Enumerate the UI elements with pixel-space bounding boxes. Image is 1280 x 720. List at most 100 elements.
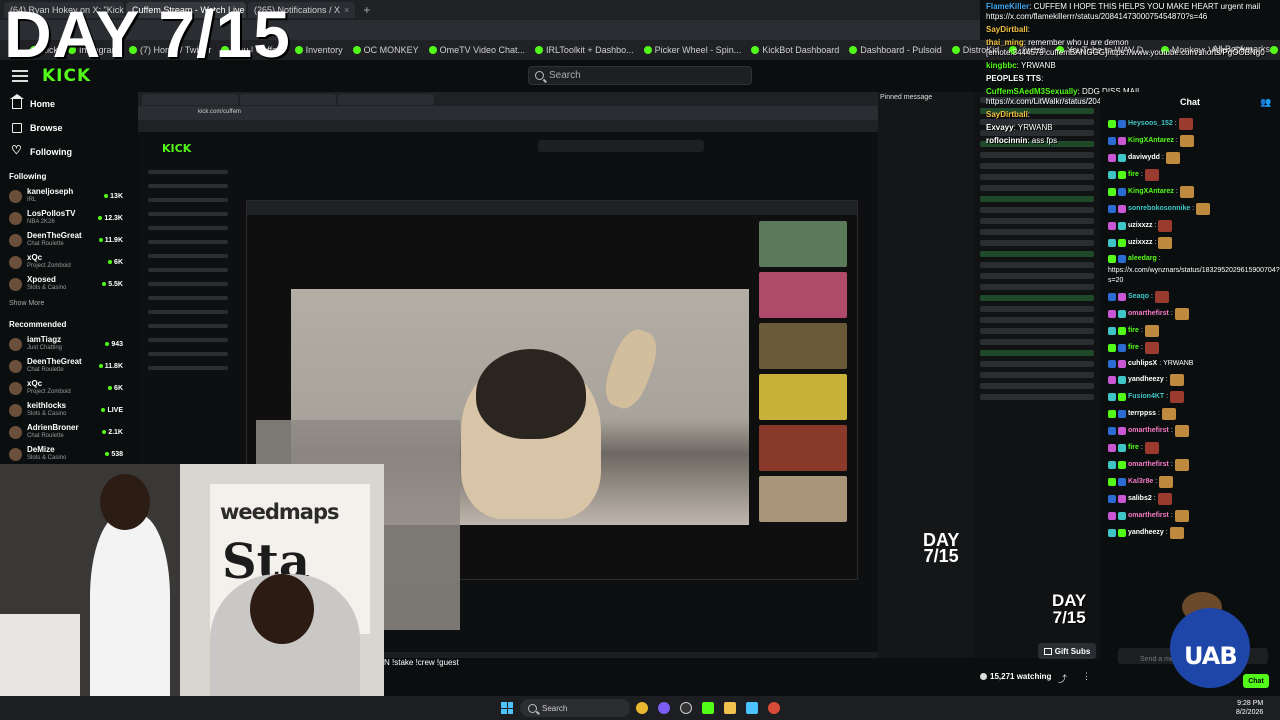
channel-item[interactable]: DeMize Slots & Casino 538 [0,443,132,465]
chat-username[interactable]: yandheezy [1128,528,1164,538]
sidebar-item-home[interactable]: Home [0,92,132,116]
kick-taskbar-icon[interactable] [702,702,714,714]
channel-item[interactable]: AdrienBroner Chat Roulette 2.1K [0,421,132,443]
bookmark-item[interactable]: IRLToolkit + Dashbo... [535,45,634,55]
moderator-badge-icon [1118,171,1126,179]
chat-username[interactable]: salibs2 [1128,494,1152,504]
bookmark-label: Inventory [305,45,343,55]
chat-username[interactable]: cuhlipsX [1128,359,1157,369]
chat-username[interactable]: thai_ming [986,38,1024,47]
chat-username[interactable]: SayDirtball [986,25,1028,34]
chat-username[interactable]: kingbbc [986,61,1017,70]
chrome-alt-taskbar-icon[interactable] [768,702,780,714]
browse-icon [12,123,22,133]
chat-username[interactable]: FlameKiller [986,2,1029,11]
chat-username[interactable]: sonrebokosonnike [1128,204,1190,214]
windows-start-icon[interactable] [501,702,513,714]
live-dot-icon [102,282,107,286]
bookmark-label: KickBot Dashboard [762,45,840,55]
chat-username[interactable]: fire [1128,343,1139,353]
sidebar-item-browse[interactable]: Browse [0,116,132,140]
stream-day-overlay: DAY 7/15 [923,530,960,566]
app-taskbar-icon[interactable] [746,702,758,714]
video-thumbnail [759,374,847,420]
live-dot-icon [104,194,109,198]
taskbar-search[interactable]: Search [520,699,630,717]
chat-users-icon[interactable]: 👥 [1260,97,1271,108]
viewer-count-value: 11.8K [104,362,123,370]
channel-item[interactable]: iamTiagz Just Chatting 943 [0,333,132,355]
chat-emote [1178,118,1193,130]
channel-info: LosPollosTV NBA 2K26 [27,209,93,227]
channel-name: DeenTheGreat [27,231,82,240]
chrome-taskbar-icon[interactable] [636,702,648,714]
chat-username[interactable]: aleedarg [1128,254,1157,264]
show-more-link[interactable]: Show More [0,295,132,312]
chat-username[interactable]: KingXAntarez [1128,136,1174,146]
bookmark-item[interactable]: KickBot Dashboard [751,45,839,55]
chat-username[interactable]: Heysoos_152 [1128,119,1173,129]
viewer-count: 6K [108,385,123,392]
chat-emote [1174,459,1189,471]
live-dot-icon [105,452,110,456]
chat-message: yandheezy: [1108,374,1280,386]
viewer-count-value: 5.5K [108,280,123,288]
chat-username[interactable]: PEOPLES TTS [986,74,1041,83]
channel-name: kaneljoseph [27,187,74,196]
chat-username[interactable]: Seaqo [1128,292,1149,302]
chat-username[interactable]: uzixxzz [1128,238,1153,248]
channel-item[interactable]: LosPollosTV NBA 2K26 12.3K [0,207,132,229]
viewer-count: 11.8K [98,362,123,370]
channel-category: Chat Roulette [27,433,64,439]
more-options-icon[interactable]: ⋮ [1082,671,1091,682]
channel-item[interactable]: DeenTheGreat Chat Roulette 11.8K [0,355,132,377]
discord-taskbar-icon[interactable] [658,702,670,714]
chat-username[interactable]: Kal3r8e [1128,477,1153,487]
channel-avatar [9,233,22,247]
channel-item[interactable]: Xposed Slots & Casino 5.5K [0,273,132,295]
chat-username[interactable]: KingXAntarez [1128,187,1174,197]
chat-username[interactable]: daviwydd [1128,153,1160,163]
chat-username[interactable]: fire [1128,443,1139,453]
obs-taskbar-icon[interactable] [680,702,692,714]
new-tab-icon[interactable]: + [357,3,376,17]
chat-username[interactable]: SayDirtball [986,110,1028,119]
bookmark-item[interactable]: Inventory [294,45,343,55]
chat-username[interactable]: Exvayy [986,123,1014,132]
chat-username[interactable]: fire [1128,326,1139,336]
channel-avatar [9,337,22,351]
chat-username[interactable]: omarthefirst [1128,460,1169,470]
folder-taskbar-icon[interactable] [724,702,736,714]
chat-username[interactable]: omarthefirst [1128,426,1169,436]
moderator-badge-icon [1118,461,1126,469]
channel-item[interactable]: xQc Project Zomboid 6K [0,377,132,399]
bookmark-item[interactable]: Dashboard - Pulsoid [849,45,942,55]
chat-username[interactable]: omarthefirst [1128,309,1169,319]
bookmark-item[interactable]: OmeTV Video Chat... [428,45,525,55]
chat-message: yandheezy: [1108,527,1280,539]
chat-username[interactable]: CuffemSAedM3Sexually [986,87,1078,96]
viewer-count: 538 [105,451,123,458]
channel-item[interactable]: xQc Project Zomboid 6K [0,251,132,273]
chat-username[interactable]: fire [1128,170,1139,180]
gift-subs-button[interactable]: Gift Subs [1038,643,1096,659]
chat-username[interactable]: roflocinnin [986,136,1027,145]
channel-item[interactable]: keithlocks Slots & Casino LIVE [0,399,132,421]
day-counter-small: DAY 7/15 [1052,591,1087,627]
close-tab-icon[interactable]: × [344,5,349,15]
channel-item[interactable]: kaneljoseph IRL 13K [0,185,132,207]
chat-username[interactable]: omarthefirst [1128,511,1169,521]
bookmark-item[interactable]: OC MONKEY [352,45,419,55]
subscriber-badge-icon [1108,293,1116,301]
search-input[interactable] [549,70,739,81]
chat-username[interactable]: uzixxzz [1128,221,1153,231]
search-box[interactable] [528,66,752,85]
sidebar-item-following[interactable]: Following [0,140,132,164]
chat-username[interactable]: Fusion4KT [1128,392,1164,402]
bookmark-item[interactable]: Picker Wheel - Spin... [643,45,741,55]
subscriber-badge-icon [1108,444,1116,452]
share-icon[interactable]: ⤴ [1058,672,1067,685]
chat-username[interactable]: yandheezy [1128,375,1164,385]
channel-item[interactable]: DeenTheGreat Chat Roulette 11.9K [0,229,132,251]
chat-username[interactable]: terrppss [1128,409,1156,419]
